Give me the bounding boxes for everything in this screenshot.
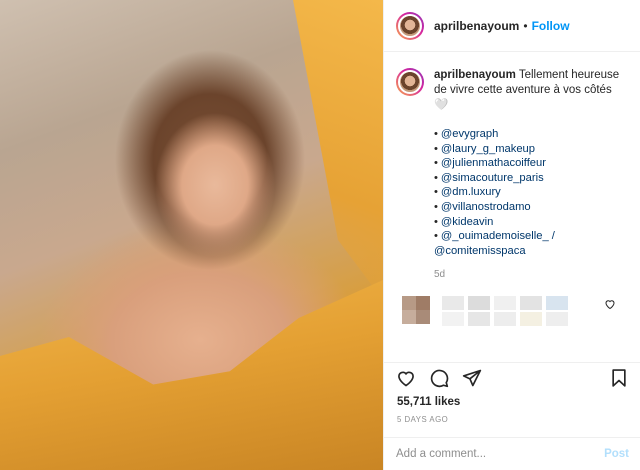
bullet: • [434,230,438,243]
blurred-pixel [520,312,542,327]
caption-body: aprilbenayoum Tellement heureuse de vivr… [434,68,628,282]
blurred-pixel [442,296,464,311]
post-header: aprilbenayoum • Follow [384,0,640,52]
header-username[interactable]: aprilbenayoum [434,19,519,33]
blurred-comment [396,290,628,330]
mention-text[interactable]: @dm.luxury [441,186,501,198]
blurred-pixel [468,296,490,311]
mention-link[interactable]: • @evygraph [434,127,628,142]
avatar-image [398,13,422,38]
mention-text[interactable]: @_ouimademoiselle_ / [441,230,555,242]
blurred-pixel [442,312,464,327]
mention-link[interactable]: • @julienmathacoiffeur [434,156,628,171]
blurred-pixel [494,312,516,327]
bullet: • [434,200,438,213]
bullet: • [434,157,438,170]
blurred-pixel [402,310,416,325]
blurred-pixel [416,296,430,311]
blurred-pixel [416,310,430,325]
caption-avatar[interactable] [396,68,424,96]
bullet: • [434,142,438,155]
follow-button[interactable]: Follow [532,19,570,33]
likes-count[interactable]: 55,711 likes [397,396,460,408]
blurred-pixel [402,296,416,311]
avatar-image [398,70,422,94]
blurred-pixel [468,312,490,327]
photo-dress [0,280,383,470]
blurred-pixel [520,296,542,311]
comments-area: aprilbenayoum Tellement heureuse de vivr… [384,52,640,327]
blurred-pixel [546,312,568,327]
caption-username[interactable]: aprilbenayoum [434,69,516,81]
mention-link[interactable]: • @kideavin [434,215,628,230]
mention-link[interactable]: • @dm.luxury [434,185,628,200]
caption-row: aprilbenayoum Tellement heureuse de vivr… [396,68,628,282]
post-timestamp[interactable]: 5 DAYS AGO [397,415,448,424]
comment-input[interactable] [396,448,605,460]
mention-text[interactable]: @simacouture_paris [441,172,544,184]
avatar[interactable] [396,11,424,40]
bullet: • [434,215,438,228]
mention-link[interactable]: • @simacouture_paris [434,171,628,186]
heart-icon[interactable] [396,368,416,388]
mention-link[interactable]: • @villanostrodamo [434,200,628,215]
separator-dot: • [523,18,528,33]
add-comment-bar: Post [384,437,640,470]
comment-icon[interactable] [429,368,449,388]
bullet: • [434,186,438,199]
post-comment-button[interactable]: Post [604,448,629,460]
mention-link[interactable]: • @laury_g_makeup [434,142,628,157]
caption-age: 5d [434,269,446,281]
mention-text[interactable]: @julienmathacoiffeur [441,157,546,169]
post-photo[interactable] [0,0,383,470]
mention-text[interactable]: @comitemisspaca [434,245,526,257]
mentions-list: • @evygraph • @laury_g_makeup • @julienmath… [434,127,628,258]
photo-dress-sweep [293,0,383,300]
comment-like-icon[interactable] [604,298,616,310]
share-icon[interactable] [462,368,482,388]
bullet: • [434,171,438,184]
mention-text[interactable]: @kideavin [441,216,493,228]
mention-text[interactable]: @villanostrodamo [441,201,531,213]
bookmark-icon[interactable] [609,368,629,388]
action-bar [384,362,640,392]
mention-link[interactable]: @comitemisspaca [434,244,628,259]
blurred-pixel [494,296,516,311]
post-side-panel: aprilbenayoum • Follow aprilbenayoum Tel… [383,0,640,470]
mention-text[interactable]: @laury_g_makeup [441,143,535,155]
blurred-pixel [546,296,568,311]
mention-text[interactable]: @evygraph [441,128,498,140]
mention-link[interactable]: • @_ouimademoiselle_ / [434,229,628,244]
bullet: • [434,128,438,140]
